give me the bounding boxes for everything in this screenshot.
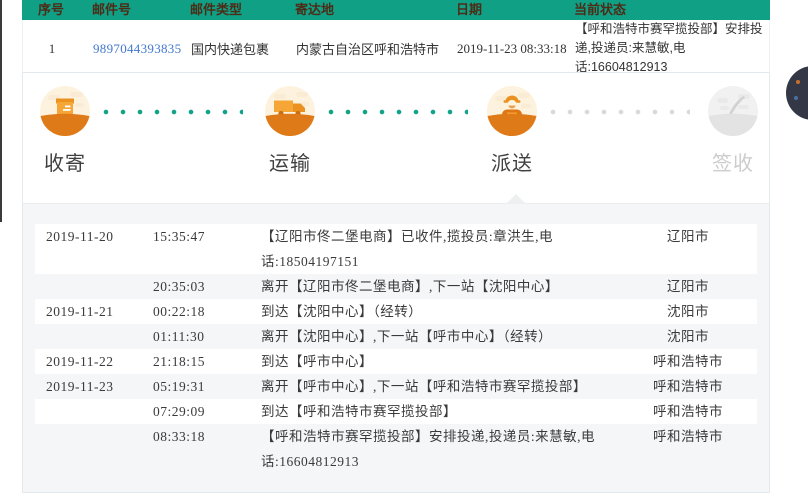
shipment-date: 2019-11-23 08:33:18 [457,40,567,56]
current-status: 【呼和浩特市赛罕揽投部】安排投递,投递员:来慧敏,电话:16604812913 [575,22,763,74]
truck-icon [265,86,315,137]
event-description: 离开【辽阳市佟二堡电商】,下一站【沈阳中心】 [261,279,559,294]
mail-type: 国内快递包裹 [191,42,270,57]
event-time: 20:35:03 [153,279,206,294]
event-time: 01:11:30 [153,329,205,344]
event-date [35,324,153,349]
event-time: 08:33:18 [153,429,206,444]
event-location: 沈阳市 [667,304,709,319]
step-collect [40,86,90,137]
shipment-row: 1 9897044393835 国内快递包裹 内蒙古自治区呼和浩特市 2019-… [22,20,770,79]
event-description: 离开【沈阳中心】,下一站【呼市中心】（经转） [261,329,553,344]
timeline-row: 2019-11-21 00:22:18 到达【沈阳中心】（经转） 沈阳市 [35,299,757,324]
event-location: 辽阳市 [667,279,709,294]
col-header-destination: 寄达地 [295,2,335,17]
timeline-row: 07:29:09 到达【呼和浩特市赛罕揽投部】 呼和浩特市 [35,399,757,424]
timeline-row: 20:35:03 离开【辽阳市佟二堡电商】,下一站【沈阳中心】 辽阳市 [35,274,757,299]
event-date: 2019-11-22 [46,354,114,369]
step-sign-label: 签收 [712,153,754,175]
event-description: 到达【呼市中心】 [261,354,373,369]
timeline-row: 08:33:18 【呼和浩特市赛罕揽投部】安排投递,投递员:来慧敏,电话:166… [35,424,757,474]
col-header-mail-type: 邮件类型 [190,2,243,17]
step-transport-label: 运输 [269,153,311,175]
step-sign [708,86,758,137]
event-time: 05:19:31 [153,379,206,394]
courier-icon [487,86,537,137]
widget-speck [794,96,798,100]
shipment-table: 序号 邮件号 邮件类型 寄达地 日期 当前状态 1 9897044393835 … [22,0,770,79]
event-date [35,399,153,424]
event-time: 21:18:15 [153,354,206,369]
event-description: 【呼和浩特市赛罕揽投部】安排投递,投递员:来慧敏,电话:16604812913 [261,429,596,469]
progress-dots-done-2 [328,109,468,115]
col-header-index: 序号 [37,2,64,17]
step-deliver [487,86,537,137]
col-header-status: 当前状态 [574,2,627,17]
timeline-panel: 2019-11-20 15:35:47 【辽阳市佟二堡电商】已收件,揽投员:章洪… [23,194,769,492]
panel-notch-arrow [506,194,526,204]
window-edge-strip [0,0,2,222]
floating-widget-button[interactable] [786,66,808,120]
event-date: 2019-11-21 [46,304,114,319]
event-location: 呼和浩特市 [653,429,723,444]
progress-dots-done-1 [103,109,243,115]
step-collect-label: 收寄 [44,153,86,175]
tracking-detail-card: 收寄 运输 派送 签收 2019-11-20 15:35:47 【辽阳市佟二堡电… [22,72,770,493]
event-date [35,424,153,474]
step-deliver-label: 派送 [491,153,533,175]
shipment-index: 1 [48,40,56,56]
event-date: 2019-11-20 [46,229,114,244]
event-location: 呼和浩特市 [653,379,723,394]
event-date [35,274,153,299]
event-description: 到达【沈阳中心】（经转） [261,304,423,319]
mail-number-link[interactable]: 9897044393835 [93,41,181,56]
timeline-row: 2019-11-23 05:19:31 离开【呼市中心】,下一站【呼和浩特市赛罕… [35,374,757,399]
event-date: 2019-11-23 [46,379,114,394]
event-time: 15:35:47 [153,229,206,244]
col-header-mail-no: 邮件号 [92,2,132,17]
destination: 内蒙古自治区呼和浩特市 [296,42,440,57]
timeline-row: 2019-11-22 21:18:15 到达【呼市中心】 呼和浩特市 [35,349,757,374]
event-time: 07:29:09 [153,404,206,419]
event-location: 呼和浩特市 [653,404,723,419]
signature-icon [708,86,758,137]
step-transport [265,86,315,137]
tracking-page: 序号 邮件号 邮件类型 寄达地 日期 当前状态 1 9897044393835 … [22,0,770,493]
progress-dots-pending [550,109,690,115]
timeline-row: 2019-11-20 15:35:47 【辽阳市佟二堡电商】已收件,揽投员:章洪… [35,224,757,274]
parcel-icon [40,86,90,137]
event-description: 【辽阳市佟二堡电商】已收件,揽投员:章洪生,电话:18504197151 [261,229,554,269]
event-location: 呼和浩特市 [653,354,723,369]
event-location: 沈阳市 [667,329,709,344]
timeline-row: 01:11:30 离开【沈阳中心】,下一站【呼市中心】（经转） 沈阳市 [35,324,757,349]
widget-speck [796,80,800,84]
event-description: 离开【呼市中心】,下一站【呼和浩特市赛罕揽投部】 [261,379,587,394]
timeline-events: 2019-11-20 15:35:47 【辽阳市佟二堡电商】已收件,揽投员:章洪… [35,224,757,474]
col-header-date: 日期 [456,2,483,17]
event-location: 辽阳市 [667,229,709,244]
shipment-table-header: 序号 邮件号 邮件类型 寄达地 日期 当前状态 [22,0,770,20]
event-description: 到达【呼和浩特市赛罕揽投部】 [261,404,457,419]
progress-steps: 收寄 运输 派送 签收 [23,73,769,203]
event-time: 00:22:18 [153,304,206,319]
